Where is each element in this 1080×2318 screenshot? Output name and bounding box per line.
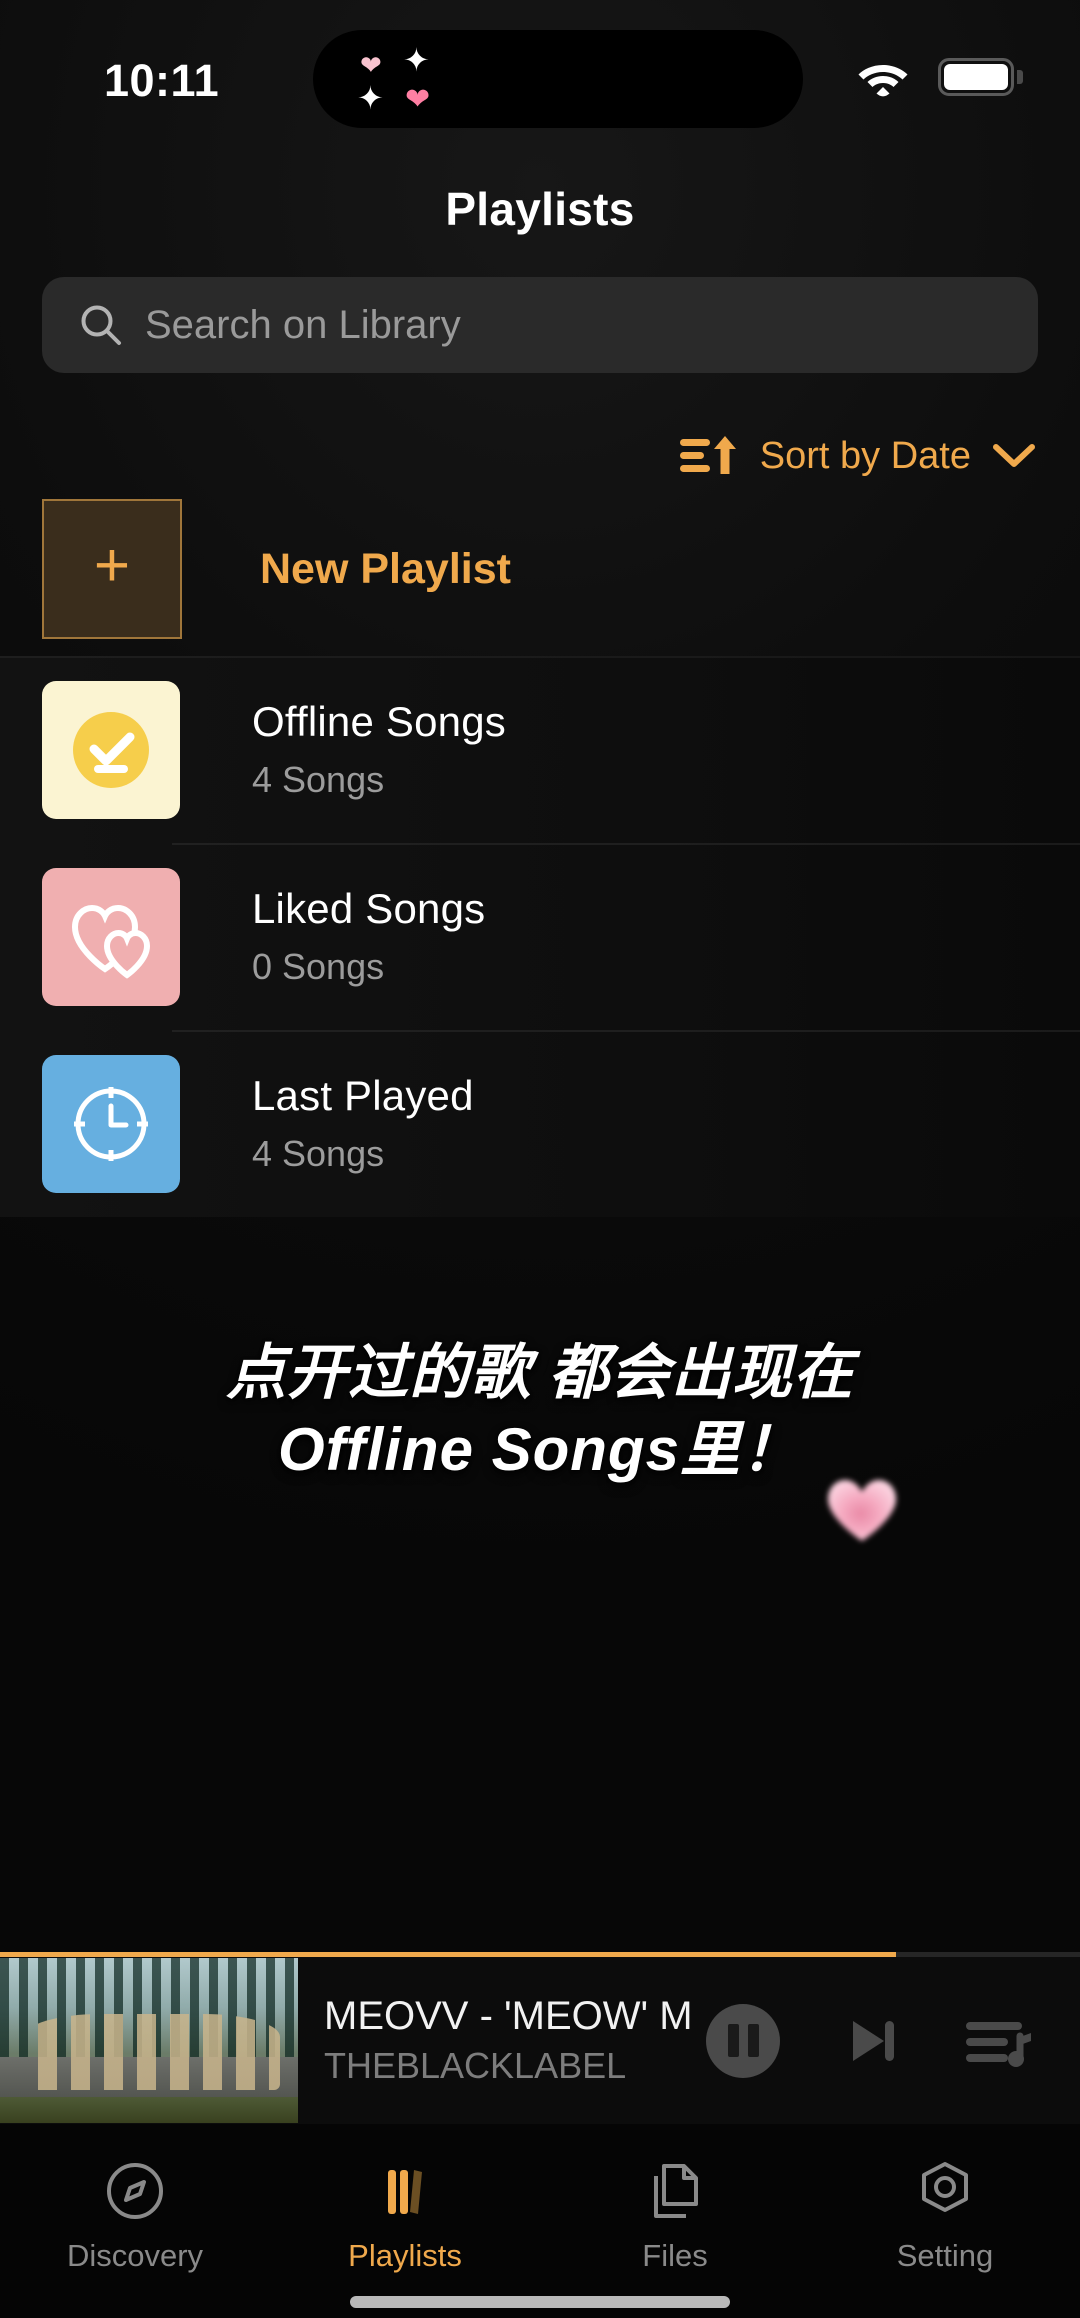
next-track-button[interactable] xyxy=(840,2010,902,2072)
playlist-info: Last Played 4 Songs xyxy=(252,1072,474,1175)
mini-player-info[interactable]: MEOVV - 'MEOW' M THEBLACKLABEL xyxy=(324,1994,706,2087)
artwork-figures xyxy=(23,2014,281,2090)
settings-icon xyxy=(914,2160,976,2222)
page-title: Playlists xyxy=(445,183,635,235)
playlist-list: Offline Songs 4 Songs Liked Songs 0 Song… xyxy=(0,656,1080,1217)
playlist-song-count: 0 Songs xyxy=(252,946,385,987)
playlist-row-offline-songs[interactable]: Offline Songs 4 Songs xyxy=(0,656,1080,843)
new-playlist-label: New Playlist xyxy=(260,544,511,593)
plus-icon: + xyxy=(93,531,131,600)
playlist-song-count: 4 Songs xyxy=(252,759,385,800)
playlist-row-liked-songs[interactable]: Liked Songs 0 Songs xyxy=(0,843,1080,1030)
sort-label[interactable]: Sort by Date xyxy=(760,435,971,478)
search-placeholder: Search on Library xyxy=(145,302,461,347)
playlist-song-count: 4 Songs xyxy=(252,1133,385,1174)
tab-files[interactable]: Files xyxy=(540,2124,810,2318)
bottom-tab-bar: Discovery Playlists Files Setting xyxy=(0,2124,1080,2318)
pause-button[interactable] xyxy=(706,2003,780,2078)
search-icon xyxy=(78,302,124,348)
playlist-name: Liked Songs xyxy=(252,885,486,932)
row-divider xyxy=(172,843,1080,845)
tab-label: Setting xyxy=(896,2238,994,2273)
album-artwork[interactable] xyxy=(0,1958,298,2123)
pause-icon xyxy=(727,2024,739,2057)
artwork-grass xyxy=(0,2096,298,2123)
battery-cap xyxy=(1017,70,1023,84)
playlists-icon xyxy=(374,2160,436,2222)
phone-screen: 10:11 ❤ ✦ ✦ ❤ Playlists Search on Librar… xyxy=(0,0,1080,2318)
sort-control[interactable]: Sort by Date xyxy=(679,432,1035,480)
playlist-info: Offline Songs 4 Songs xyxy=(252,698,506,801)
dynamic-island[interactable]: ❤ ✦ ✦ ❤ xyxy=(313,30,803,128)
files-icon xyxy=(644,2160,706,2222)
wifi-icon xyxy=(857,57,909,102)
playlist-info: Liked Songs 0 Songs xyxy=(252,885,485,988)
playlist-row-last-played[interactable]: Last Played 4 Songs xyxy=(0,1030,1080,1217)
caption-line-1: 点开过的歌 都会出现在 xyxy=(226,1339,854,1406)
tab-label: Discovery xyxy=(66,2238,204,2273)
battery-icon xyxy=(938,58,1014,96)
caption-overlay: 点开过的歌 都会出现在 Offline Songs里！ xyxy=(0,1338,1080,1486)
chevron-down-icon[interactable] xyxy=(993,443,1035,469)
mini-player-controls xyxy=(706,2003,1080,2078)
heart-small-icon: ❤ xyxy=(360,50,382,80)
queue-list-button[interactable] xyxy=(964,2010,1032,2072)
mini-player[interactable]: MEOVV - 'MEOW' M THEBLACKLABEL xyxy=(0,1957,1080,2124)
tab-setting[interactable]: Setting xyxy=(810,2124,1080,2318)
check-circle-icon xyxy=(42,680,180,819)
new-playlist-button[interactable]: + New Playlist xyxy=(0,489,1080,649)
tab-label: Playlists xyxy=(348,2238,462,2273)
heart-pink-icon: ❤ xyxy=(405,83,431,116)
tab-playlists[interactable]: Playlists xyxy=(270,2124,540,2318)
pause-icon xyxy=(747,2024,759,2057)
now-playing-artist: THEBLACKLABEL xyxy=(324,2045,627,2086)
status-time: 10:11 xyxy=(104,55,220,106)
row-divider xyxy=(0,656,1080,658)
clock-icon xyxy=(42,1054,180,1193)
tab-label: Files xyxy=(642,2238,708,2273)
tab-discovery[interactable]: Discovery xyxy=(0,2124,270,2318)
sort-ascending-icon[interactable] xyxy=(679,432,738,480)
pink-heart-sticker-icon xyxy=(822,1473,902,1547)
sparkle-icon: ✦ xyxy=(357,80,384,116)
new-playlist-thumbnail: + xyxy=(42,499,182,639)
compass-icon xyxy=(104,2160,166,2222)
playlist-name: Offline Songs xyxy=(252,698,506,745)
double-heart-icon xyxy=(42,867,180,1006)
playlist-name: Last Played xyxy=(252,1072,474,1119)
status-bar: 10:11 ❤ ✦ ✦ ❤ xyxy=(0,0,1080,160)
caption-line-2: Offline Songs里！ xyxy=(278,1415,802,1483)
row-divider xyxy=(172,1030,1080,1032)
now-playing-title: MEOVV - 'MEOW' M xyxy=(324,1994,693,2038)
home-indicator xyxy=(350,2296,730,2308)
sparkle-icon: ✦ xyxy=(403,42,430,78)
search-input[interactable]: Search on Library xyxy=(42,277,1038,373)
